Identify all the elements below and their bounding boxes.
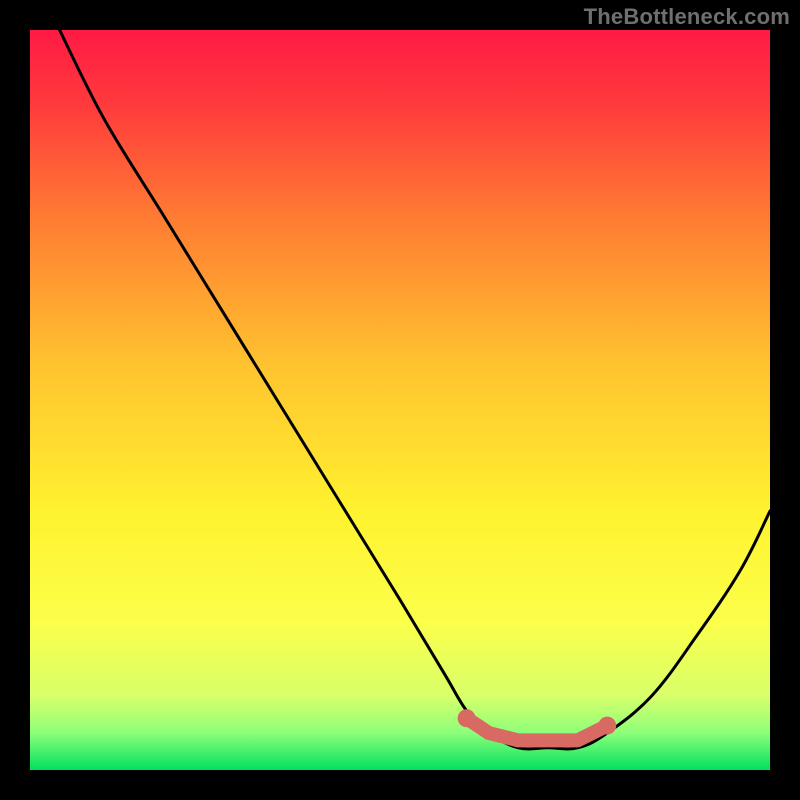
plot-area	[30, 30, 770, 770]
gradient-background	[30, 30, 770, 770]
chart-svg	[30, 30, 770, 770]
min-band-end-dot	[598, 717, 616, 735]
chart-frame: TheBottleneck.com	[0, 0, 800, 800]
min-band-start-dot	[458, 709, 476, 727]
watermark-text: TheBottleneck.com	[584, 4, 790, 30]
